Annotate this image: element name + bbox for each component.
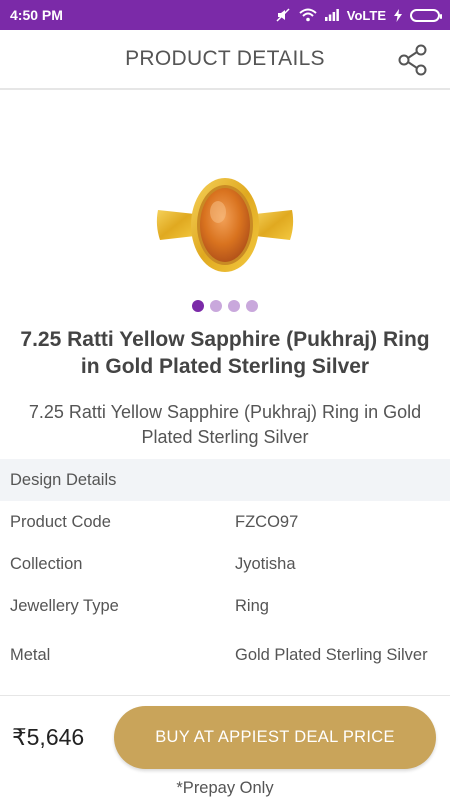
status-bar: 4:50 PM VoLTE	[0, 0, 450, 30]
design-details-table: Product Code FZCO97 Collection Jyotisha …	[0, 501, 450, 683]
battery-icon	[410, 8, 442, 22]
design-details-heading: Design Details	[0, 459, 450, 501]
detail-label: Product Code	[10, 512, 111, 531]
status-time: 4:50 PM	[10, 7, 63, 23]
prepay-note: *Prepay Only	[176, 779, 274, 797]
detail-value: Jyotisha	[235, 554, 296, 573]
detail-label: Jewellery Type	[10, 596, 119, 615]
detail-value: FZCO97	[235, 512, 299, 531]
network-label: VoLTE	[346, 7, 386, 23]
status-icons: VoLTE	[275, 7, 442, 23]
share-icon[interactable]	[396, 43, 430, 77]
detail-value: Ring	[235, 596, 269, 615]
page-title: PRODUCT DETAILS	[125, 47, 325, 70]
product-description: 7.25 Ratti Yellow Sapphire (Pukhraj) Rin…	[28, 402, 422, 447]
charging-icon	[394, 8, 402, 22]
carousel-dot[interactable]	[228, 300, 240, 312]
detail-value: Gold Plated Sterling Silver	[235, 645, 428, 664]
detail-label: Metal	[10, 645, 51, 664]
wifi-icon	[299, 8, 317, 22]
price: ₹5,646	[12, 724, 85, 750]
carousel-dot[interactable]	[192, 300, 204, 312]
detail-row: Metal Gold Plated Sterling Silver	[0, 627, 450, 683]
detail-label: Collection	[10, 554, 83, 573]
buy-button[interactable]: BUY AT APPIEST DEAL PRICE	[114, 706, 436, 769]
signal-icon	[324, 9, 339, 21]
purchase-bar: ₹5,646 BUY AT APPIEST DEAL PRICE *Prepay…	[0, 695, 450, 800]
detail-row: Product Code FZCO97	[0, 501, 450, 543]
carousel-indicator	[0, 300, 450, 312]
detail-row: Jewellery Type Ring	[0, 585, 450, 627]
carousel-dot[interactable]	[210, 300, 222, 312]
detail-row: Collection Jyotisha	[0, 543, 450, 585]
carousel-dot[interactable]	[246, 300, 258, 312]
product-image[interactable]	[150, 170, 300, 280]
product-name: 7.25 Ratti Yellow Sapphire (Pukhraj) Rin…	[20, 328, 430, 378]
mute-icon	[275, 7, 291, 23]
app-header: PRODUCT DETAILS	[0, 30, 450, 90]
